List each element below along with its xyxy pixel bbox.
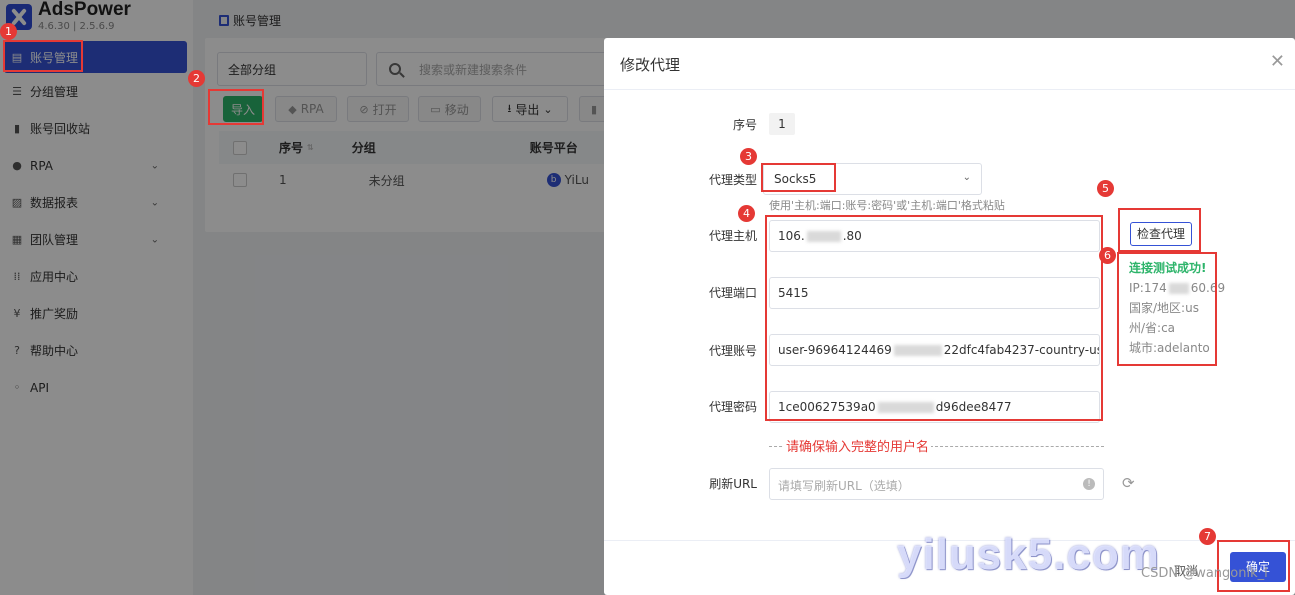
close-icon[interactable]: ✕ <box>1270 52 1285 72</box>
proxy-host-label: 代理主机 <box>708 229 757 243</box>
refresh-url-label: 刷新URL <box>709 477 757 491</box>
annotation-box <box>761 163 836 192</box>
info-icon: ! <box>1083 478 1095 490</box>
refresh-icon[interactable]: ⟳ <box>1122 474 1135 492</box>
username-warning: 请确保输入完整的用户名 <box>784 436 932 455</box>
annotation-box <box>765 215 1103 421</box>
annotation-number: 1 <box>0 23 17 40</box>
annotation-number: 7 <box>1199 528 1216 545</box>
annotation-number: 2 <box>188 70 205 87</box>
refresh-url-placeholder: 请填写刷新URL（选填） <box>778 479 910 493</box>
annotation-number: 4 <box>738 205 755 222</box>
annotation-number: 6 <box>1099 247 1116 264</box>
csdn-credit: CSDN @wangonik_l <box>1141 566 1268 581</box>
annotation-box <box>1117 252 1217 366</box>
proxy-type-label: 代理类型 <box>708 173 757 187</box>
annotation-box <box>208 89 264 125</box>
annotation-box <box>1118 208 1201 252</box>
seq-label: 序号 <box>732 118 757 132</box>
chevron-down-icon: ⌄ <box>962 172 971 183</box>
modal-header-divider <box>604 89 1295 90</box>
proxy-port-label: 代理端口 <box>708 286 757 300</box>
proxy-user-label: 代理账号 <box>708 344 757 358</box>
watermark: yilusk5.com <box>897 530 1160 579</box>
seq-value: 1 <box>769 113 795 135</box>
annotation-box <box>3 40 83 72</box>
annotation-number: 5 <box>1097 180 1114 197</box>
refresh-url-input[interactable]: 请填写刷新URL（选填） ! <box>769 468 1104 500</box>
annotation-number: 3 <box>740 148 757 165</box>
modal-title: 修改代理 <box>620 56 681 74</box>
paste-format-hint: 使用'主机:端口:账号:密码'或'主机:端口'格式粘贴 <box>769 199 1005 212</box>
proxy-pass-label: 代理密码 <box>708 400 757 414</box>
